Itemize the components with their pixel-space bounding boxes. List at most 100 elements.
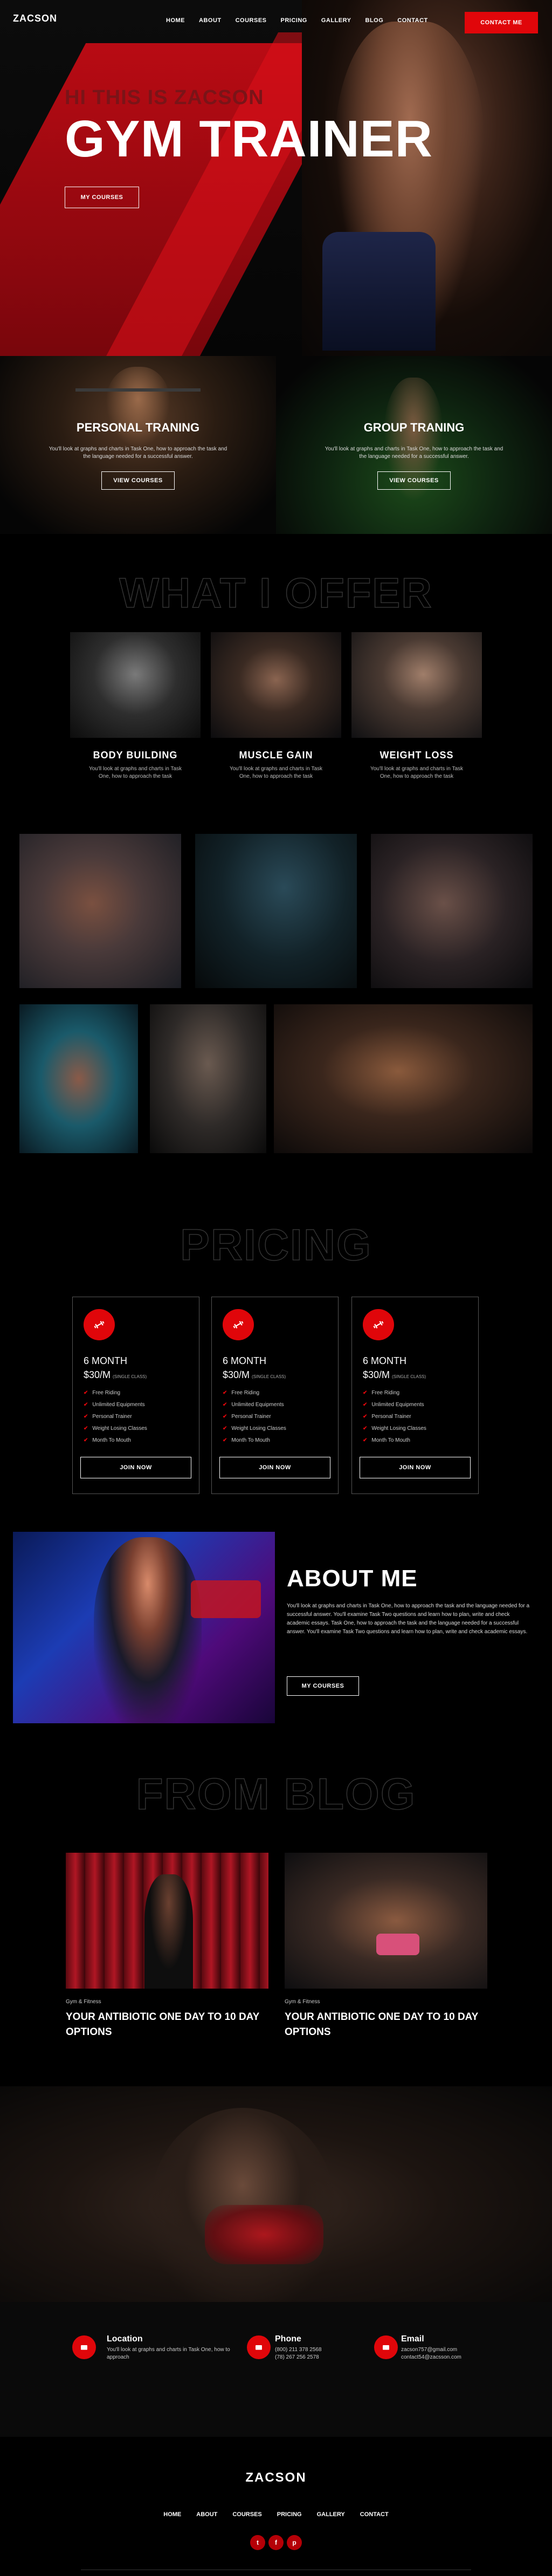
blog-image-2[interactable]: [285, 1853, 487, 1989]
plan-feature: ✔ Unlimited Equipments: [223, 1402, 284, 1408]
contact-phone-title: Phone: [275, 2334, 301, 2344]
footer-nav-contact[interactable]: CONTACT: [360, 2511, 389, 2518]
nav-contact[interactable]: CONTACT: [397, 17, 427, 24]
main-nav: HOME ABOUT COURSES PRICING GALLERY BLOG …: [166, 17, 428, 24]
nav-blog[interactable]: BLOG: [365, 17, 384, 24]
blog-trainer-figure: [144, 1874, 193, 1989]
offer-text: You'll look at graphs and charts in Task…: [88, 766, 182, 779]
offer-title: BODY BUILDING: [93, 750, 178, 761]
about-red-dumbbell: [191, 1580, 261, 1618]
hero-trainer-shorts: [322, 232, 436, 351]
group-training-card: GROUP TRANING You'll look at graphs and …: [276, 356, 552, 534]
dumbbell-icon: [363, 1309, 394, 1340]
contact-me-button[interactable]: CONTACT ME: [465, 12, 538, 33]
weight-loss-photo: [351, 632, 482, 738]
gallery-image-2[interactable]: [195, 834, 357, 988]
blog-athlete-top: [376, 1934, 419, 1955]
plan-feature: ✔ Weight Losing Classes: [223, 1426, 286, 1431]
site-header: ZACSON HOME ABOUT COURSES PRICING GALLER…: [0, 0, 552, 43]
personal-training-photo: [106, 367, 170, 448]
gallery-image-3[interactable]: [371, 834, 533, 988]
personal-training-title: PERSONAL TRANING: [76, 421, 200, 434]
offer-card-weight-loss: WEIGHT LOSS You'll look at graphs and ch…: [351, 632, 482, 780]
footer-nav: HOME ABOUT COURSES PRICING GALLERY CONTA…: [0, 2511, 552, 2518]
twitter-icon[interactable]: t: [250, 2535, 265, 2550]
plan-feature: ✔ Unlimited Equipments: [84, 1402, 145, 1408]
contact-location-line: approach: [107, 2354, 129, 2360]
blog-category[interactable]: Gym & Fitness: [66, 1999, 101, 2005]
contact-phone-line[interactable]: (800) 211 378 2568: [275, 2346, 322, 2354]
join-now-button[interactable]: JOIN NOW: [80, 1457, 191, 1478]
gallery-image-4[interactable]: [19, 1004, 138, 1153]
plan-feature: ✔ Unlimited Equipments: [363, 1402, 424, 1408]
footer-logo[interactable]: ZACSON: [0, 2470, 552, 2485]
nav-gallery[interactable]: GALLERY: [321, 17, 351, 24]
footer-nav-gallery[interactable]: GALLERY: [317, 2511, 345, 2518]
about-trainer-figure: [94, 1537, 202, 1723]
plan-duration: 6 MONTH: [84, 1355, 127, 1366]
group-training-text: You'll look at graphs and charts in Task…: [325, 446, 503, 460]
plan-duration: 6 MONTH: [223, 1355, 266, 1366]
blog-heading: FROM BLOG: [136, 1769, 416, 1819]
personal-training-text: You'll look at graphs and charts in Task…: [49, 446, 227, 460]
join-now-button[interactable]: JOIN NOW: [219, 1457, 330, 1478]
blog-image-1[interactable]: [66, 1853, 268, 1989]
blog-category[interactable]: Gym & Fitness: [285, 1999, 320, 2005]
phone-icon: [247, 2335, 271, 2359]
dumbbell-icon: [223, 1309, 254, 1340]
nav-home[interactable]: HOME: [166, 17, 185, 24]
footer-nav-about[interactable]: ABOUT: [196, 2511, 217, 2518]
nav-pricing[interactable]: PRICING: [281, 17, 307, 24]
about-my-courses-button[interactable]: MY COURSES: [287, 1676, 359, 1696]
dumbbell-icon: [84, 1309, 115, 1340]
offer-card-body-building: BODY BUILDING You'll look at graphs and …: [70, 632, 201, 780]
hero-my-courses-button[interactable]: MY COURSES: [65, 187, 139, 208]
facebook-icon[interactable]: f: [268, 2535, 284, 2550]
offer-card-muscle-gain: MUSCLE GAIN You'll look at graphs and ch…: [211, 632, 341, 780]
plan-feature: ✔ Month To Mouth: [363, 1437, 410, 1443]
site-logo[interactable]: ZACSON: [13, 13, 57, 24]
location-icon: [72, 2335, 96, 2359]
contact-email-line[interactable]: contact54@zacsson.com: [401, 2354, 461, 2361]
personal-training-card: PERSONAL TRANING You'll look at graphs a…: [0, 356, 276, 534]
pinterest-icon[interactable]: p: [287, 2535, 302, 2550]
plan-price: $30/M (SINGLE CLASS): [363, 1369, 426, 1380]
plan-feature: ✔ Month To Mouth: [84, 1437, 131, 1443]
gallery-image-5[interactable]: [150, 1004, 266, 1153]
barbell-shape: [75, 388, 201, 392]
gallery-image-1[interactable]: [19, 834, 181, 988]
footer-nav-pricing[interactable]: PRICING: [277, 2511, 302, 2518]
plan-feature: ✔ Personal Trainer: [223, 1414, 271, 1420]
blog-post-title[interactable]: YOUR ANTIBIOTIC ONE DAY TO 10 DAY OPTION…: [285, 2010, 495, 2040]
site-footer: [0, 2437, 552, 2576]
nav-courses[interactable]: COURSES: [236, 17, 267, 24]
offer-heading: WHAT I OFFER: [119, 568, 433, 617]
gallery-image-6[interactable]: [274, 1004, 533, 1153]
plan-duration: 6 MONTH: [363, 1355, 406, 1366]
footer-nav-courses[interactable]: COURSES: [232, 2511, 261, 2518]
plan-feature: ✔ Month To Mouth: [223, 1437, 270, 1443]
blog-post-title[interactable]: YOUR ANTIBIOTIC ONE DAY TO 10 DAY OPTION…: [66, 2010, 276, 2040]
nav-about[interactable]: ABOUT: [199, 17, 222, 24]
personal-view-courses-button[interactable]: VIEW COURSES: [101, 471, 175, 490]
muscle-gain-photo: [211, 632, 341, 738]
hero-title: GYM TRAINER: [65, 110, 433, 168]
footer-nav-home[interactable]: HOME: [163, 2511, 181, 2518]
hero-subtitle: HI THIS IS ZACSON: [65, 86, 264, 109]
group-view-courses-button[interactable]: VIEW COURSES: [377, 471, 451, 490]
join-now-button[interactable]: JOIN NOW: [360, 1457, 471, 1478]
body-building-photo: [70, 632, 201, 738]
pricing-card-2: 6 MONTH $30/M (SINGLE CLASS) ✔ Free Riding…: [211, 1297, 339, 1494]
contact-location-line: You'll look at graphs and charts in Task…: [107, 2347, 230, 2353]
plan-feature: ✔ Free Riding: [223, 1390, 260, 1396]
offer-title: WEIGHT LOSS: [380, 750, 454, 761]
about-text: You'll look at graphs and charts in Task…: [287, 1603, 529, 1635]
plan-feature: ✔ Weight Losing Classes: [363, 1426, 426, 1431]
plan-price: $30/M (SINGLE CLASS): [223, 1369, 286, 1380]
banner-red-glow: [205, 2205, 323, 2264]
contact-phone-line[interactable]: (78) 267 256 2578: [275, 2354, 319, 2361]
contact-email-line[interactable]: zacson757@gmail.com: [401, 2346, 457, 2354]
contact-bar: [0, 2302, 552, 2437]
contact-email-title: Email: [401, 2334, 424, 2344]
pricing-card-1: 6 MONTH $30/M (SINGLE CLASS) ✔ Free Riding…: [72, 1297, 199, 1494]
